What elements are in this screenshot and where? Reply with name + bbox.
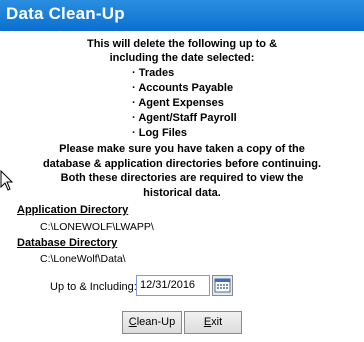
warning-line-3: Both these directories are required to v… [60, 172, 304, 184]
database-directory-heading: Database Directory [17, 237, 118, 249]
warning-line-4: historical data. [143, 186, 221, 199]
cleanup-button[interactable]: Clean-Up [122, 311, 182, 334]
warning-text: Please make sure you have taken a copy o… [0, 142, 364, 200]
database-directory-path: C:\LoneWolf\Data\ [40, 253, 126, 265]
exit-button[interactable]: Exit [184, 311, 242, 334]
warning-line-1: Please make sure you have taken a copy o… [59, 143, 305, 155]
date-label: Up to & Including: [50, 281, 137, 293]
mouse-cursor-icon [0, 170, 14, 191]
calendar-icon [214, 278, 231, 293]
window-title: Data Clean-Up [6, 4, 125, 23]
date-input[interactable]: 12/31/2016 [136, 275, 210, 296]
intro-line-2: including the date selected: [109, 52, 255, 64]
list-item: · Agent Expenses [132, 97, 224, 109]
list-item: · Agent/Staff Payroll [132, 112, 237, 124]
intro-line-1: This will delete the following up to & [86, 38, 278, 50]
title-bar: Data Clean-Up [0, 0, 364, 31]
list-item: · Accounts Payable [132, 82, 234, 94]
delete-items-list: · Trades · Accounts Payable · Agent Expe… [132, 66, 237, 141]
warning-line-2: database & application directories befor… [42, 157, 322, 170]
list-item: · Log Files [132, 127, 188, 139]
application-directory-heading: Application Directory [17, 204, 129, 216]
intro-text: This will delete the following up to & i… [0, 37, 364, 65]
application-directory-path: C:\LONEWOLF\LWAPP\ [40, 221, 154, 233]
list-item: · Trades [132, 67, 175, 79]
calendar-button[interactable] [212, 275, 233, 296]
